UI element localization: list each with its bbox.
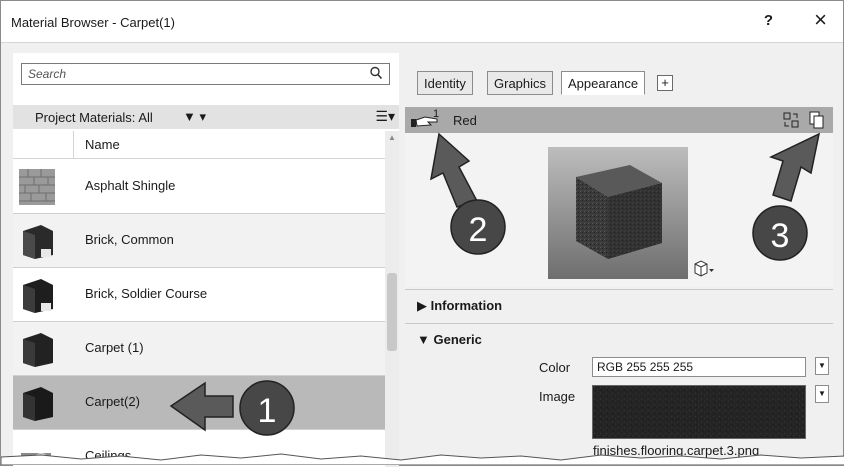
callout-2-label: 2 (469, 211, 488, 249)
torn-edge-decoration (1, 453, 844, 465)
material-browser-window: Material Browser - Carpet(1) ? × Search … (0, 0, 844, 467)
callout-3-label: 3 (771, 217, 790, 255)
callout-1-label: 1 (258, 392, 277, 430)
annotation-callouts: 1 2 3 (169, 132, 821, 436)
